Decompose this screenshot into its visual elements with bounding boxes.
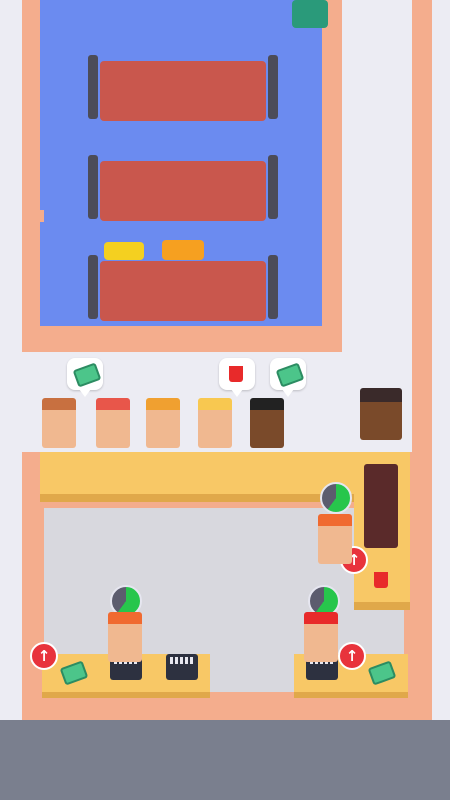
snack-timer	[320, 482, 352, 514]
bottom-ground	[0, 720, 450, 800]
customer-5[interactable]	[250, 398, 284, 448]
customer-arriving[interactable]	[360, 388, 402, 440]
plant-box	[292, 0, 328, 28]
drink-icon	[229, 366, 243, 382]
sofa-row-3	[88, 255, 278, 323]
ticket-icon	[72, 362, 102, 388]
request-bubble-ticket	[67, 358, 103, 397]
cinema-hall-pillar	[22, 210, 44, 222]
sofa-row-1	[88, 55, 278, 123]
request-bubble-drink	[219, 358, 255, 397]
popcorn-machine	[364, 464, 398, 548]
customer-1[interactable]	[42, 398, 76, 448]
left-register-2[interactable]	[166, 654, 198, 680]
ticket-icon	[275, 362, 305, 388]
right-cashier[interactable]	[304, 612, 338, 662]
popcorn-seat-yellow	[104, 242, 144, 260]
drink-icon	[374, 572, 388, 588]
right-upgrade-button[interactable]: ↑	[338, 642, 366, 670]
snack-server[interactable]	[318, 514, 352, 564]
popcorn-seat-orange	[162, 240, 204, 260]
sofa-row-2	[88, 155, 278, 223]
customer-2[interactable]	[96, 398, 130, 448]
customer-3[interactable]	[146, 398, 180, 448]
customer-4[interactable]	[198, 398, 232, 448]
request-bubble-ticket-2	[270, 358, 306, 397]
left-upgrade-button[interactable]: ↑	[30, 642, 58, 670]
left-cashier[interactable]	[108, 612, 142, 662]
